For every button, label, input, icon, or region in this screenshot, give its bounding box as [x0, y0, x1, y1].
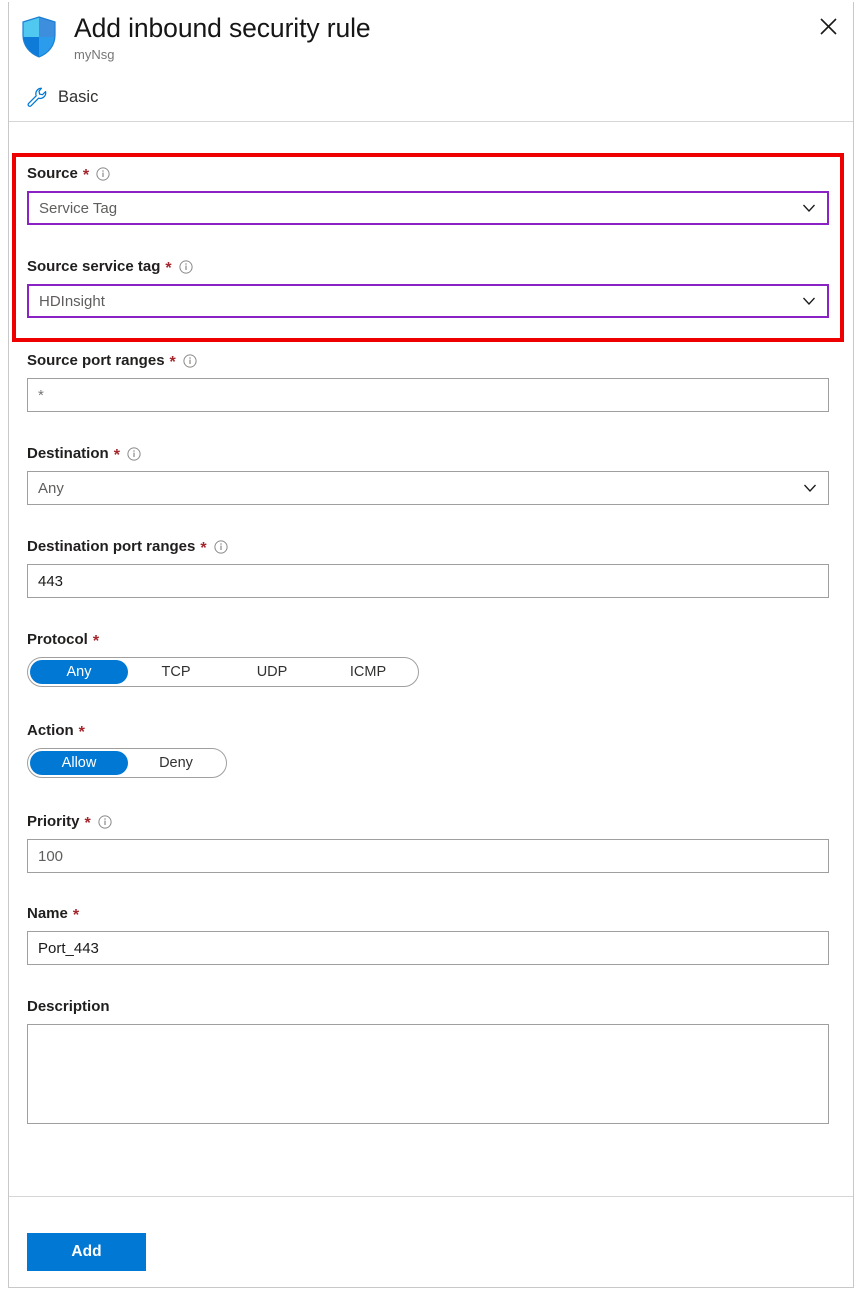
field-action: Action * Allow Deny [27, 721, 837, 778]
required-indicator: * [84, 815, 91, 832]
destination-port-ranges-input[interactable]: 443 [27, 564, 829, 598]
required-indicator: * [82, 167, 90, 184]
protocol-toggle-group[interactable]: Any TCP UDP ICMP [27, 657, 419, 687]
source-port-ranges-input[interactable]: * [27, 378, 829, 412]
required-indicator: * [113, 447, 120, 464]
required-indicator: * [78, 724, 85, 741]
action-option-deny[interactable]: Deny [128, 751, 224, 775]
protocol-option-tcp[interactable]: TCP [128, 660, 224, 684]
protocol-option-any[interactable]: Any [30, 660, 128, 684]
destination-dropdown[interactable]: Any [27, 471, 829, 505]
field-label-protocol: Protocol * [27, 630, 837, 650]
field-label-name: Name * [27, 904, 837, 924]
wrench-icon [27, 87, 47, 107]
form-body: Source * Service Tag Source service tag … [9, 122, 853, 1287]
label-text: Description [27, 998, 110, 1015]
blade-header: Add inbound security rule myNsg Basic [9, 2, 853, 122]
field-description: Description [27, 997, 837, 1124]
add-inbound-security-rule-blade: Add inbound security rule myNsg Basic So… [8, 2, 854, 1288]
field-priority: Priority * 100 [27, 812, 837, 873]
action-toggle-group[interactable]: Allow Deny [27, 748, 227, 778]
required-indicator: * [169, 354, 176, 371]
priority-input[interactable]: 100 [27, 839, 829, 873]
field-label-description: Description [27, 997, 837, 1017]
chevron-down-icon [803, 297, 815, 305]
page-title: Add inbound security rule [74, 13, 371, 43]
field-source-service-tag: Source service tag * HDInsight [27, 257, 837, 318]
chevron-down-icon [804, 484, 816, 492]
protocol-option-udp[interactable]: UDP [224, 660, 320, 684]
page-subtitle: myNsg [74, 47, 115, 62]
required-indicator: * [165, 260, 172, 277]
label-text: Source service tag [27, 258, 161, 275]
info-icon[interactable] [179, 260, 193, 274]
field-label-action: Action * [27, 721, 837, 741]
label-text: Source port ranges [27, 352, 165, 369]
required-indicator: * [200, 540, 207, 557]
label-text: Protocol [27, 631, 88, 648]
field-name: Name * Port_443 [27, 904, 837, 965]
command-bar-basic[interactable]: Basic [25, 82, 98, 112]
priority-value: 100 [38, 847, 64, 865]
field-label-destination-port-ranges: Destination port ranges * [27, 537, 837, 557]
label-text: Destination [27, 445, 109, 462]
field-destination-port-ranges: Destination port ranges * 443 [27, 537, 837, 598]
field-protocol: Protocol * Any TCP UDP ICMP [27, 630, 837, 687]
field-label-source-port-ranges: Source port ranges * [27, 351, 837, 371]
title-block: Add inbound security rule myNsg [74, 12, 371, 64]
source-port-ranges-value: * [38, 386, 44, 404]
source-dropdown-value: Service Tag [39, 199, 118, 217]
label-text: Priority [27, 813, 80, 830]
protocol-option-icmp[interactable]: ICMP [320, 660, 416, 684]
command-bar-label: Basic [58, 88, 99, 106]
info-icon[interactable] [127, 447, 141, 461]
info-icon[interactable] [98, 815, 112, 829]
field-source-port-ranges: Source port ranges * * [27, 351, 837, 412]
close-button[interactable] [809, 9, 847, 43]
chevron-down-icon [803, 204, 815, 212]
required-indicator: * [72, 907, 80, 924]
action-option-allow[interactable]: Allow [30, 751, 128, 775]
field-destination: Destination * Any [27, 444, 837, 505]
field-label-destination: Destination * [27, 444, 837, 464]
label-text: Action [27, 722, 74, 739]
destination-port-ranges-value: 443 [38, 572, 64, 590]
field-label-source: Source * [27, 164, 837, 184]
name-input[interactable]: Port_443 [27, 931, 829, 965]
title-row: Add inbound security rule myNsg [21, 10, 371, 64]
required-indicator: * [92, 633, 100, 650]
close-icon [819, 17, 837, 35]
info-icon[interactable] [96, 167, 110, 181]
source-service-tag-value: HDInsight [39, 292, 105, 310]
label-text: Source [27, 165, 78, 182]
info-icon[interactable] [183, 354, 197, 368]
label-text: Destination port ranges [27, 538, 196, 555]
label-text: Name [27, 905, 68, 922]
source-dropdown[interactable]: Service Tag [27, 191, 829, 225]
shield-icon [22, 16, 56, 58]
footer-divider [9, 1196, 853, 1197]
name-value: Port_443 [38, 939, 99, 957]
description-textarea[interactable] [27, 1024, 829, 1124]
add-button[interactable]: Add [27, 1233, 146, 1271]
field-label-source-service-tag: Source service tag * [27, 257, 837, 277]
destination-dropdown-value: Any [38, 479, 64, 497]
field-source: Source * Service Tag [27, 164, 837, 225]
source-service-tag-dropdown[interactable]: HDInsight [27, 284, 829, 318]
info-icon[interactable] [213, 540, 228, 554]
field-label-priority: Priority * [27, 812, 837, 832]
